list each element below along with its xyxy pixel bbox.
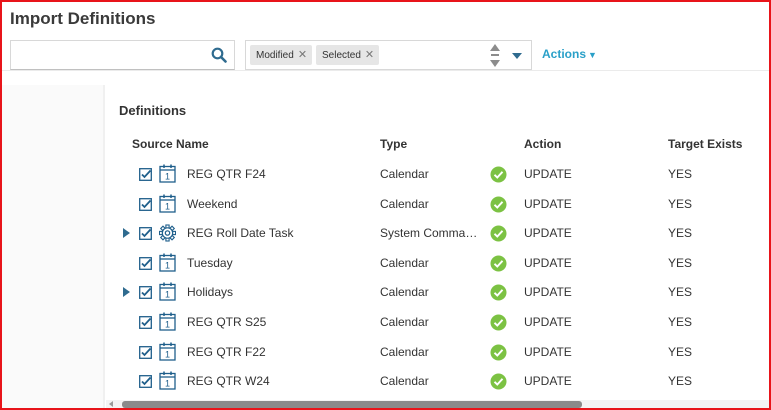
checkbox[interactable] bbox=[139, 227, 152, 240]
type-cell: System Comma… bbox=[380, 226, 478, 240]
calendar-icon: 1 bbox=[159, 282, 176, 301]
source-name-cell: REG QTR S25 bbox=[187, 315, 267, 329]
success-check-icon bbox=[490, 314, 507, 331]
type-cell: Calendar bbox=[380, 315, 429, 329]
source-name-cell: REG Roll Date Task bbox=[187, 226, 294, 240]
success-check-icon bbox=[490, 196, 507, 213]
target-exists-cell: YES bbox=[668, 374, 693, 388]
checkbox[interactable] bbox=[139, 316, 152, 329]
table-row[interactable]: 1 Holidays Calendar UPDATE YES bbox=[106, 278, 769, 307]
table-row[interactable]: 1 REG QTR W24 Calendar UPDATE YES bbox=[106, 367, 769, 396]
action-cell: UPDATE bbox=[524, 315, 572, 329]
checkbox[interactable] bbox=[139, 286, 152, 299]
caret-down-icon: ▼ bbox=[588, 50, 597, 60]
svg-text:1: 1 bbox=[165, 172, 170, 182]
column-header-type[interactable]: Type bbox=[380, 137, 407, 151]
type-cell: Calendar bbox=[380, 374, 429, 388]
type-cell: Calendar bbox=[380, 345, 429, 359]
panel-splitter[interactable] bbox=[103, 85, 105, 408]
calendar-icon: 1 bbox=[159, 253, 176, 272]
type-cell: Calendar bbox=[380, 285, 429, 299]
chevron-down-icon[interactable] bbox=[512, 53, 522, 59]
success-check-icon bbox=[490, 166, 507, 183]
type-cell: Calendar bbox=[380, 197, 429, 211]
page-header: Import Definitions Modified ✕ Selected ✕ A… bbox=[2, 2, 769, 70]
filter-chip-label: Modified bbox=[256, 50, 294, 61]
column-header-target-exists[interactable]: Target Exists bbox=[668, 137, 742, 151]
sort-arrows-icon[interactable] bbox=[489, 43, 501, 69]
target-exists-cell: YES bbox=[668, 226, 693, 240]
actions-label: Actions bbox=[542, 47, 587, 61]
expand-arrow-icon[interactable] bbox=[123, 228, 130, 238]
success-check-icon bbox=[490, 284, 507, 301]
table-row[interactable]: 1 Tuesday Calendar UPDATE YES bbox=[106, 249, 769, 278]
action-cell: UPDATE bbox=[524, 167, 572, 181]
action-cell: UPDATE bbox=[524, 374, 572, 388]
source-name-cell: REG QTR F22 bbox=[187, 345, 266, 359]
calendar-icon: 1 bbox=[159, 164, 176, 183]
checkbox[interactable] bbox=[139, 168, 152, 181]
remove-filter-icon[interactable]: ✕ bbox=[365, 49, 374, 61]
target-exists-cell: YES bbox=[668, 345, 693, 359]
left-tree-panel bbox=[2, 85, 104, 408]
column-header-source-name[interactable]: Source Name bbox=[132, 137, 209, 151]
filter-chip-modified[interactable]: Modified ✕ bbox=[250, 45, 313, 65]
source-name-cell: Holidays bbox=[187, 285, 234, 299]
scrollbar-thumb[interactable] bbox=[122, 401, 582, 408]
checkbox[interactable] bbox=[139, 257, 152, 270]
target-exists-cell: YES bbox=[668, 167, 693, 181]
calendar-icon: 1 bbox=[159, 342, 176, 361]
search-input[interactable] bbox=[10, 40, 235, 70]
checkbox[interactable] bbox=[139, 198, 152, 211]
calendar-icon: 1 bbox=[159, 194, 176, 213]
target-exists-cell: YES bbox=[668, 197, 693, 211]
target-exists-cell: YES bbox=[668, 285, 693, 299]
horizontal-scrollbar[interactable] bbox=[106, 400, 769, 408]
target-exists-cell: YES bbox=[668, 315, 693, 329]
filter-chip-label: Selected bbox=[322, 50, 361, 61]
action-cell: UPDATE bbox=[524, 345, 572, 359]
success-check-icon bbox=[490, 373, 507, 390]
definitions-title: Definitions bbox=[119, 103, 187, 118]
source-name-cell: Tuesday bbox=[187, 256, 233, 270]
table-row[interactable]: 1 REG QTR F24 Calendar UPDATE YES bbox=[106, 160, 769, 189]
table-row[interactable]: 1 Weekend Calendar UPDATE YES bbox=[106, 190, 769, 219]
target-exists-cell: YES bbox=[668, 256, 693, 270]
table-row[interactable]: 1 REG QTR F22 Calendar UPDATE YES bbox=[106, 338, 769, 367]
source-name-cell: Weekend bbox=[187, 197, 238, 211]
success-check-icon bbox=[490, 344, 507, 361]
action-cell: UPDATE bbox=[524, 256, 572, 270]
type-cell: Calendar bbox=[380, 167, 429, 181]
svg-text:1: 1 bbox=[165, 350, 170, 360]
action-cell: UPDATE bbox=[524, 197, 572, 211]
action-cell: UPDATE bbox=[524, 285, 572, 299]
calendar-icon: 1 bbox=[159, 371, 176, 390]
search-icon[interactable] bbox=[211, 47, 227, 63]
gear-icon bbox=[159, 224, 176, 242]
page-title: Import Definitions bbox=[10, 9, 156, 28]
svg-text:1: 1 bbox=[165, 320, 170, 330]
filter-chip-selected[interactable]: Selected ✕ bbox=[316, 45, 380, 65]
column-header-action[interactable]: Action bbox=[524, 137, 561, 151]
success-check-icon bbox=[490, 255, 507, 272]
svg-text:1: 1 bbox=[165, 261, 170, 271]
type-cell: Calendar bbox=[380, 256, 429, 270]
remove-filter-icon[interactable]: ✕ bbox=[298, 49, 307, 61]
success-check-icon bbox=[490, 225, 507, 242]
svg-text:1: 1 bbox=[165, 290, 170, 300]
svg-text:1: 1 bbox=[165, 379, 170, 389]
scroll-left-icon[interactable] bbox=[109, 401, 113, 407]
svg-text:1: 1 bbox=[165, 202, 170, 212]
table-row[interactable]: REG Roll Date Task System Comma… UPDATE YES bbox=[106, 219, 769, 248]
action-cell: UPDATE bbox=[524, 226, 572, 240]
actions-menu-button[interactable]: Actions ▼ bbox=[542, 47, 597, 61]
calendar-icon: 1 bbox=[159, 312, 176, 331]
source-name-cell: REG QTR W24 bbox=[187, 374, 270, 388]
header-divider bbox=[2, 70, 769, 71]
checkbox[interactable] bbox=[139, 375, 152, 388]
expand-arrow-icon[interactable] bbox=[123, 287, 130, 297]
source-name-cell: REG QTR F24 bbox=[187, 167, 266, 181]
checkbox[interactable] bbox=[139, 346, 152, 359]
table-row[interactable]: 1 REG QTR S25 Calendar UPDATE YES bbox=[106, 308, 769, 337]
